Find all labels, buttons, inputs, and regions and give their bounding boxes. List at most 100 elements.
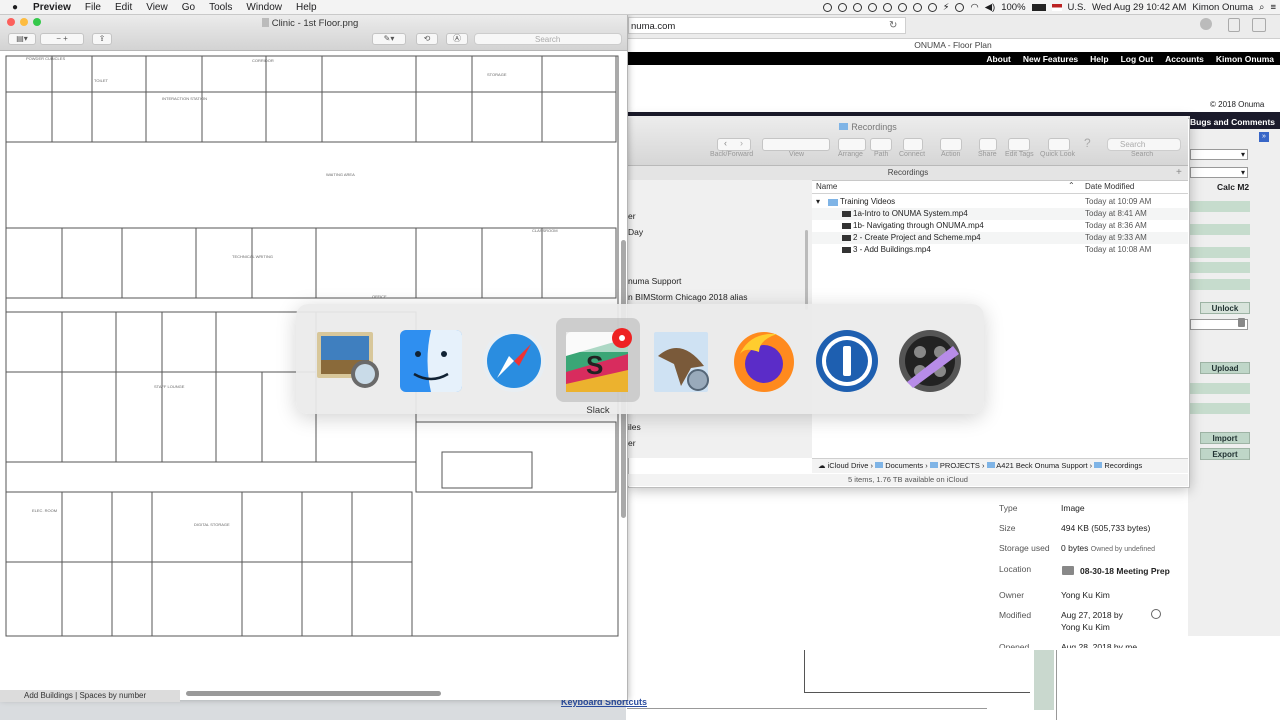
nav-help[interactable]: Help: [1084, 54, 1114, 64]
onepassword-app-icon[interactable]: [812, 326, 882, 396]
menu-edit[interactable]: Edit: [108, 2, 139, 13]
dropbox-icon[interactable]: [897, 2, 907, 12]
creative-cloud-icon[interactable]: [852, 2, 862, 12]
file-row[interactable]: 2 - Create Project and Scheme.mp4 Today …: [812, 232, 1188, 244]
rotate-button[interactable]: ⟲: [416, 33, 438, 45]
menu-view[interactable]: View: [139, 2, 175, 13]
add-tab-icon[interactable]: +: [1176, 167, 1182, 178]
finder-search-input[interactable]: Search: [1107, 138, 1181, 151]
connect-button[interactable]: [903, 138, 923, 151]
column-name[interactable]: Name: [816, 182, 837, 191]
datetime[interactable]: Wed Aug 29 10:42 AM: [1092, 2, 1186, 13]
trash-icon[interactable]: [1238, 318, 1245, 327]
search-icon[interactable]: ⌕: [1259, 2, 1264, 13]
sidebar-toggle-button[interactable]: ▤▾: [8, 33, 36, 45]
quick-look-button[interactable]: [1048, 138, 1070, 151]
preview-app-icon[interactable]: [313, 326, 383, 396]
history-icon[interactable]: [1151, 609, 1161, 619]
zoom-buttons[interactable]: − +: [40, 33, 84, 45]
import-button[interactable]: Import: [1200, 432, 1250, 444]
list-icon[interactable]: ≡: [1270, 2, 1276, 13]
sync-icon[interactable]: [867, 2, 877, 12]
sort-chevron-icon[interactable]: ⌃: [1068, 181, 1075, 190]
battery-icon[interactable]: [1031, 3, 1046, 11]
export-button[interactable]: Export: [1200, 448, 1250, 460]
wifi-icon[interactable]: ◠: [970, 2, 978, 13]
volume-icon[interactable]: ◀): [985, 2, 995, 13]
download-icon[interactable]: [1200, 18, 1212, 30]
bluetooth-icon[interactable]: [955, 2, 965, 12]
user-name[interactable]: Kimon Onuma: [1192, 2, 1253, 13]
minimize-icon[interactable]: [20, 18, 28, 26]
zoom-icon[interactable]: [33, 18, 41, 26]
back-forward-button[interactable]: ‹ ›: [717, 138, 751, 151]
menu-preview[interactable]: Preview: [26, 2, 78, 13]
markup-button[interactable]: ✎▾: [372, 33, 406, 45]
arrange-button[interactable]: [838, 138, 866, 151]
nav-user[interactable]: Kimon Onuma: [1210, 54, 1280, 64]
sidebar-item[interactable]: er: [628, 211, 636, 221]
disclosure-triangle-icon[interactable]: ▾: [816, 196, 820, 208]
menu-file[interactable]: File: [78, 2, 108, 13]
view-toggle[interactable]: [762, 138, 830, 151]
unlock-button[interactable]: Unlock: [1200, 302, 1250, 314]
share-icon[interactable]: [1228, 18, 1240, 32]
path-button[interactable]: [870, 138, 892, 151]
safari-app-icon[interactable]: [479, 326, 549, 396]
apple-icon[interactable]: ●: [0, 2, 26, 13]
column-date[interactable]: Date Modified: [1085, 182, 1134, 191]
path-item[interactable]: A421 Beck Onuma Support: [996, 461, 1087, 470]
menu-help[interactable]: Help: [289, 2, 324, 13]
horizontal-scrollbar[interactable]: [186, 691, 441, 696]
sidebar-item[interactable]: iles: [628, 422, 641, 432]
share-button[interactable]: ⇪: [92, 33, 112, 45]
info-icon[interactable]: [837, 2, 847, 12]
help-icon[interactable]: ?: [1084, 136, 1091, 150]
bolt-icon[interactable]: ⚡: [943, 2, 950, 13]
final-cut-pro-app-icon[interactable]: [895, 326, 965, 396]
menu-tools[interactable]: Tools: [202, 2, 239, 13]
edit-tags-button[interactable]: [1008, 138, 1030, 151]
onuma-select[interactable]: ▾: [1190, 149, 1248, 160]
menu-go[interactable]: Go: [175, 2, 202, 13]
headphones-icon[interactable]: [882, 2, 892, 12]
nav-new-features[interactable]: New Features: [1017, 54, 1084, 64]
expand-icon[interactable]: »: [1259, 132, 1269, 142]
sidebar-scrollbar[interactable]: [805, 230, 808, 310]
address-bar[interactable]: numa.com: [628, 17, 906, 34]
camera-icon[interactable]: [822, 2, 832, 12]
reload-icon[interactable]: ↻: [889, 20, 897, 31]
close-icon[interactable]: [7, 18, 15, 26]
sidebar-item[interactable]: er: [628, 438, 636, 448]
share-button[interactable]: [979, 138, 997, 151]
file-row[interactable]: 1a-Intro to ONUMA System.mp4 Today at 8:…: [812, 208, 1188, 220]
firefox-app-icon[interactable]: [729, 326, 799, 396]
input-source[interactable]: U.S.: [1068, 2, 1086, 13]
nav-log-out[interactable]: Log Out: [1115, 54, 1160, 64]
path-item[interactable]: Recordings: [1104, 461, 1142, 470]
onepassword-icon[interactable]: [912, 2, 922, 12]
annotate-button[interactable]: Ⓐ: [446, 33, 468, 45]
file-row[interactable]: ▾ Training Videos Today at 10:09 AM: [812, 196, 1188, 208]
path-item[interactable]: iCloud Drive: [828, 461, 869, 470]
nav-about[interactable]: About: [980, 54, 1017, 64]
sidebar-item[interactable]: n BIMStorm Chicago 2018 alias: [628, 292, 748, 302]
menu-window[interactable]: Window: [239, 2, 289, 13]
action-button[interactable]: [940, 138, 962, 151]
sidebar-item[interactable]: Day: [628, 227, 643, 237]
slack-app-icon[interactable]: S: [562, 326, 632, 396]
bugs-comments-link[interactable]: Bugs and Comments: [1190, 116, 1280, 129]
finder-app-icon[interactable]: [396, 326, 466, 396]
preview-search-input[interactable]: Search: [474, 33, 622, 45]
file-row[interactable]: 1b- Navigating through ONUMA.mp4 Today a…: [812, 220, 1188, 232]
upload-button[interactable]: Upload: [1200, 362, 1250, 374]
file-row[interactable]: 3 - Add Buildings.mp4 Today at 10:08 AM: [812, 244, 1188, 256]
sidebar-item[interactable]: numa Support: [628, 276, 681, 286]
mail-app-icon[interactable]: [646, 326, 716, 396]
tabs-icon[interactable]: [1252, 18, 1266, 32]
info-location[interactable]: 08-30-18 Meeting Prep: [1080, 566, 1170, 576]
path-item[interactable]: PROJECTS: [940, 461, 980, 470]
battery-percent[interactable]: 100%: [1001, 2, 1025, 13]
nav-accounts[interactable]: Accounts: [1159, 54, 1210, 64]
path-item[interactable]: Documents: [885, 461, 923, 470]
